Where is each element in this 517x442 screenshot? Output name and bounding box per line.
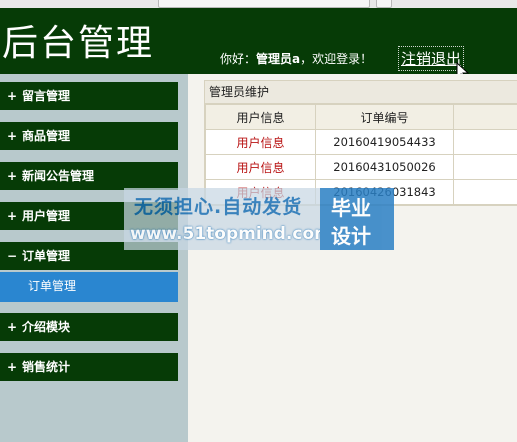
user-info-link[interactable]: 用户信息 <box>205 129 316 155</box>
sidebar-item-intro[interactable]: + 介绍模块 <box>0 313 178 341</box>
watermark-slogan: 无须担心.自动发货 <box>134 196 303 218</box>
sidebar-item-sales[interactable]: + 销售统计 <box>0 353 178 381</box>
browser-tab[interactable] <box>158 0 370 8</box>
submenu-item-label: 订单管理 <box>28 279 77 293</box>
panel-title: 管理员维护 <box>205 81 517 104</box>
sidebar-item-label: 新闻公告管理 <box>22 169 95 183</box>
sidebar: + 留言管理 + 商品管理 + 新闻公告管理 + 用户管理 − 订单管理 订单管理 + 介绍… <box>0 74 188 442</box>
sidebar-item-messages[interactable]: + 留言管理 <box>0 82 178 110</box>
table-row: 用户信息 20160431050026 ¥ <box>205 154 517 180</box>
order-amount: ¥ <box>453 129 517 155</box>
user-info-link[interactable]: 用户信息 <box>205 154 316 180</box>
greeting: 你好：管理员a，欢迎登录！ <box>220 50 372 67</box>
sidebar-item-label: 商品管理 <box>22 129 71 143</box>
sidebar-item-label: 介绍模块 <box>22 320 71 334</box>
expand-icon: + <box>6 169 18 183</box>
watermark-badge-bottom: 设计 <box>331 224 371 248</box>
watermark-url: www.51topmind.com <box>130 224 332 244</box>
sidebar-item-label: 用户管理 <box>22 209 71 223</box>
greeting-suffix: ，欢迎登录！ <box>300 52 373 66</box>
watermark-badge-top: 毕业 <box>331 196 371 220</box>
app-title: 后台管理 <box>2 23 155 64</box>
sidebar-item-label: 销售统计 <box>22 360 71 374</box>
expand-icon: + <box>6 360 18 374</box>
logout-link[interactable]: 注销退出 <box>398 46 465 71</box>
column-header-order-number: 订单编号 <box>315 104 454 130</box>
order-number: 20160431050026 <box>315 154 454 180</box>
sidebar-item-products[interactable]: + 商品管理 <box>0 122 178 150</box>
expand-icon: + <box>6 209 18 223</box>
expand-icon: + <box>6 129 18 143</box>
table-header-row: 用户信息 订单编号 金 <box>205 104 517 130</box>
sidebar-item-label: 留言管理 <box>22 89 71 103</box>
column-header-user: 用户信息 <box>205 104 316 130</box>
order-amount: ¥ <box>453 154 517 180</box>
browser-tab-button[interactable] <box>376 0 392 8</box>
sidebar-item-news[interactable]: + 新闻公告管理 <box>0 162 178 190</box>
watermark-banner: 无须担心.自动发货 www.51topmind.com <box>124 188 332 250</box>
column-header-amount: 金 <box>453 104 517 130</box>
submenu-item-orders[interactable]: 订单管理 <box>0 272 178 302</box>
username: 管理员a <box>256 52 301 66</box>
app-header: 后台管理 你好：管理员a，欢迎登录！ 注销退出 <box>0 8 517 82</box>
sidebar-item-label: 订单管理 <box>22 249 71 263</box>
order-amount: ¥ <box>453 179 517 205</box>
expand-icon: + <box>6 89 18 103</box>
greeting-prefix: 你好： <box>220 52 257 66</box>
collapse-icon: − <box>6 249 18 263</box>
watermark-badge: 毕业 设计 <box>320 188 394 250</box>
watermark-overlay: 无须担心.自动发货 www.51topmind.com 毕业 设计 <box>124 188 394 250</box>
expand-icon: + <box>6 320 18 334</box>
table-row: 用户信息 20160419054433 ¥ <box>205 129 517 155</box>
main-content: 管理员维护 用户信息 订单编号 金 用户信息 20160419054433 ¥ <box>188 74 517 442</box>
order-number: 20160419054433 <box>315 129 454 155</box>
